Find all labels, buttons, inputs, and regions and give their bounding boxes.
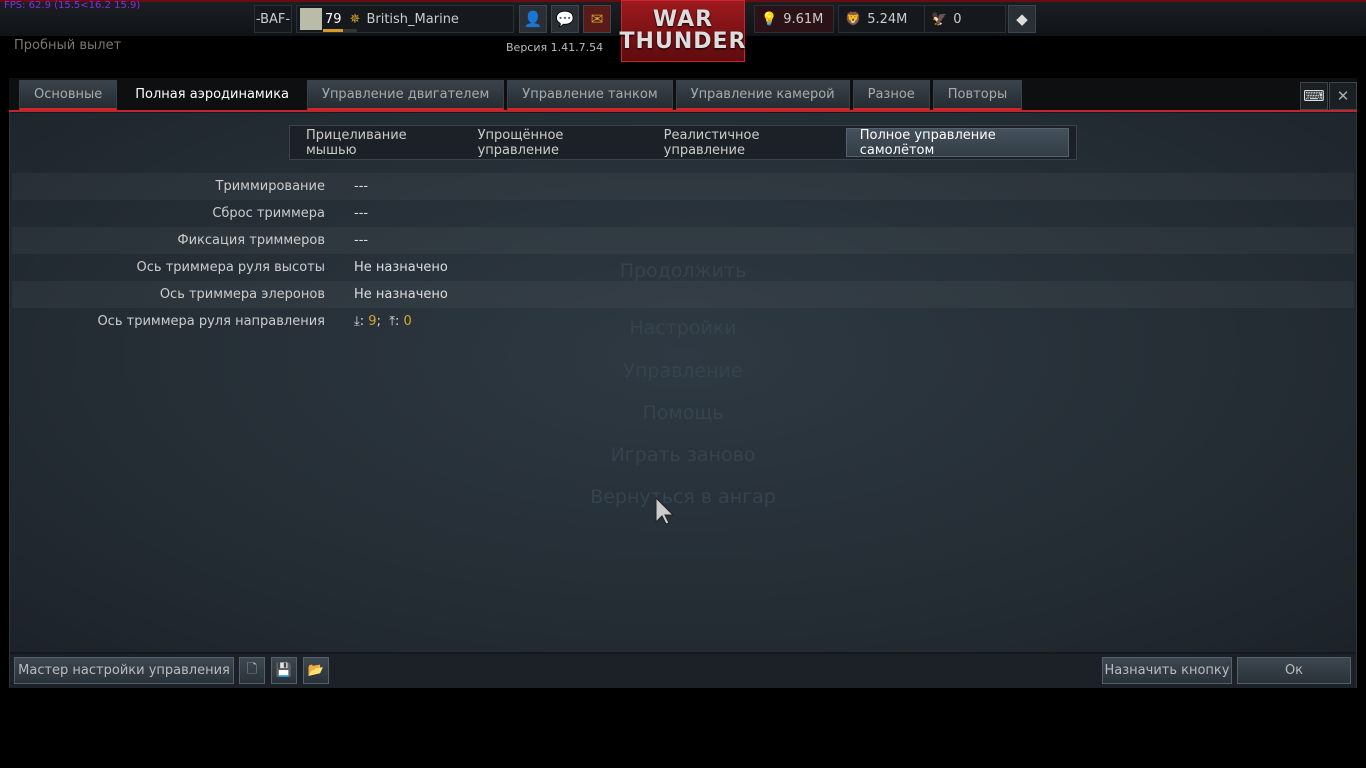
assign-button[interactable]: Назначить кнопку	[1102, 657, 1232, 684]
background-menu-item: Управление	[623, 360, 743, 382]
profile-icon[interactable]: 👤	[519, 5, 547, 33]
tab-5[interactable]: Разное	[852, 80, 930, 110]
rank-icon: ✵	[349, 11, 361, 27]
subtab-2[interactable]: Реалистичное управление	[651, 128, 842, 158]
profile-box[interactable]: 79 ✵ British_Marine	[296, 5, 514, 33]
lion-icon: 🦁	[845, 11, 862, 27]
war-thunder-logo: WAR THUNDER	[620, 0, 745, 62]
version: Версия 1.41.7.54	[506, 41, 604, 54]
new-file-icon[interactable]: 🗋	[239, 657, 265, 684]
open-folder-icon[interactable]: 📂	[303, 657, 329, 684]
save-icon[interactable]: 💾	[271, 657, 297, 684]
subtab-0[interactable]: Прицеливание мышью	[293, 128, 461, 158]
binding-row[interactable]: Ось триммера элеронов Не назначено	[12, 281, 1354, 308]
tab-6[interactable]: Повторы	[932, 80, 1023, 110]
subtab-1[interactable]: Упрощённое управление	[465, 128, 647, 158]
divider	[9, 110, 1357, 112]
binding-value: Не назначено	[354, 287, 448, 302]
binding-label: Триммирование	[215, 179, 325, 194]
subtab-3[interactable]: Полное управление самолётом	[845, 128, 1069, 158]
background-menu-item: Играть заново	[610, 444, 756, 466]
level-progress	[323, 29, 357, 32]
binding-value: ---	[354, 179, 369, 194]
binding-row[interactable]: Фиксация триммеров ---	[12, 227, 1354, 254]
mail-icon[interactable]: ✉	[583, 5, 611, 33]
binding-value: ---	[354, 233, 369, 248]
binding-row[interactable]: Сброс триммера ---	[12, 200, 1354, 227]
binding-value: Не назначено	[354, 260, 448, 275]
tab-3[interactable]: Управление танком	[507, 80, 673, 110]
binding-value: ---	[354, 206, 369, 221]
keyboard-help-icon[interactable]: ⌨	[1300, 82, 1328, 110]
binding-value: ⤓: 9; ⤒: 0	[354, 314, 412, 329]
research-points: 🦁 5.24M	[838, 5, 930, 33]
eagle-icon: 🦅	[931, 11, 948, 27]
tab-bar: Основные Полная аэродинамика Управление дв…	[9, 78, 1357, 112]
fps-counter: FPS: 62.9 (15.5<16.2 15.9)	[4, 0, 141, 11]
tab-0[interactable]: Основные	[19, 80, 118, 110]
username: British_Marine	[366, 11, 459, 27]
background-menu-item: Вернуться в ангар	[590, 486, 776, 508]
player-level: 79	[325, 11, 342, 27]
chat-icon[interactable]: 💬	[551, 5, 579, 33]
silver-lions: 💡 9.61M	[754, 5, 834, 33]
binding-row[interactable]: Ось триммера руля высоты Не назначено	[12, 254, 1354, 281]
binding-label: Сброс триммера	[212, 206, 325, 221]
tab-1[interactable]: Полная аэродинамика	[120, 80, 305, 110]
ok-button[interactable]: Ок	[1237, 657, 1351, 684]
tab-2[interactable]: Управление двигателем	[307, 80, 505, 110]
tab-4[interactable]: Управление камерой	[675, 80, 850, 110]
lightbulb-icon: 💡	[761, 11, 778, 27]
background-menu-item: Помощь	[642, 402, 724, 424]
avatar	[300, 8, 322, 30]
binding-row[interactable]: Ось триммера руля направления ⤓: 9; ⤒: 0	[12, 308, 1354, 335]
clan-tag: -BAF-	[254, 5, 292, 33]
close-icon[interactable]: ✕	[1329, 82, 1357, 110]
control-mode-tabs: Прицеливание мышью Упрощённое управление Р…	[289, 125, 1077, 160]
binding-label: Ось триммера элеронов	[159, 287, 325, 302]
diamond-icon[interactable]: ◆	[1008, 5, 1036, 33]
binding-label: Фиксация триммеров	[177, 233, 325, 248]
mouse-cursor	[655, 496, 675, 525]
golden-eagles: 🦅 0	[924, 5, 1006, 33]
binding-label: Ось триммера руля направления	[97, 314, 325, 329]
binding-label: Ось триммера руля высоты	[136, 260, 325, 275]
mission-name: Пробный вылет	[14, 38, 122, 53]
binding-row[interactable]: Триммирование ---	[12, 173, 1354, 200]
controls-wizard-button[interactable]: Мастер настройки управления	[14, 657, 234, 684]
